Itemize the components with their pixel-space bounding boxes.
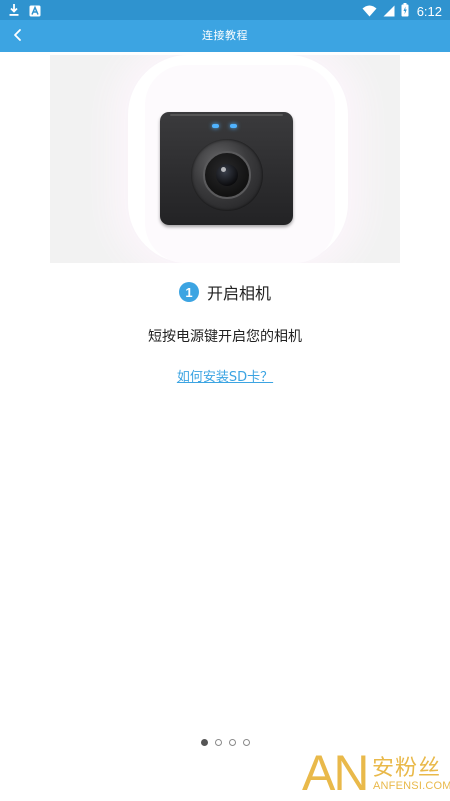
step-heading: 1 开启相机 [0, 280, 450, 304]
camera-lens-glass [216, 164, 238, 186]
camera-top-edge [170, 114, 283, 116]
camera-led-right [230, 124, 237, 128]
download-icon [8, 2, 20, 21]
page-dot-3[interactable] [228, 739, 236, 746]
watermark-an: AN [302, 745, 369, 801]
camera-lens-highlight [221, 167, 226, 172]
status-time: 6:12 [416, 4, 442, 19]
back-button[interactable] [6, 24, 30, 48]
page-dot-1[interactable] [200, 739, 208, 746]
page-indicator [0, 739, 450, 746]
camera-led-left [212, 124, 219, 128]
page-dot-4[interactable] [242, 739, 250, 746]
page-title: 连接教程 [202, 29, 248, 42]
watermark-en: ANFENSI.COM [373, 780, 450, 792]
step-instruction: 短按电源键开启您的相机 [148, 329, 302, 345]
battery-icon [401, 2, 409, 21]
a-notification-icon [29, 2, 41, 21]
camera-lens-ring [203, 151, 251, 199]
status-bar: 6:12 [0, 0, 450, 20]
step-number-badge: 1 [178, 282, 199, 302]
watermark-logo: AN 安粉丝 ANFENSI.COM [300, 745, 450, 801]
wifi-icon [362, 2, 377, 21]
install-sd-card-link[interactable]: 如何安装SD卡？ [0, 366, 450, 385]
signal-icon [383, 2, 395, 21]
step-title: 开启相机 [206, 284, 271, 303]
camera-lens [191, 139, 263, 211]
chevron-left-icon [12, 27, 24, 46]
app-bar: 连接教程 [0, 20, 450, 52]
camera-illustration [50, 55, 400, 263]
camera-image [160, 112, 293, 225]
watermark-cn: 安粉丝 [372, 756, 442, 781]
page-dot-2[interactable] [214, 739, 222, 746]
